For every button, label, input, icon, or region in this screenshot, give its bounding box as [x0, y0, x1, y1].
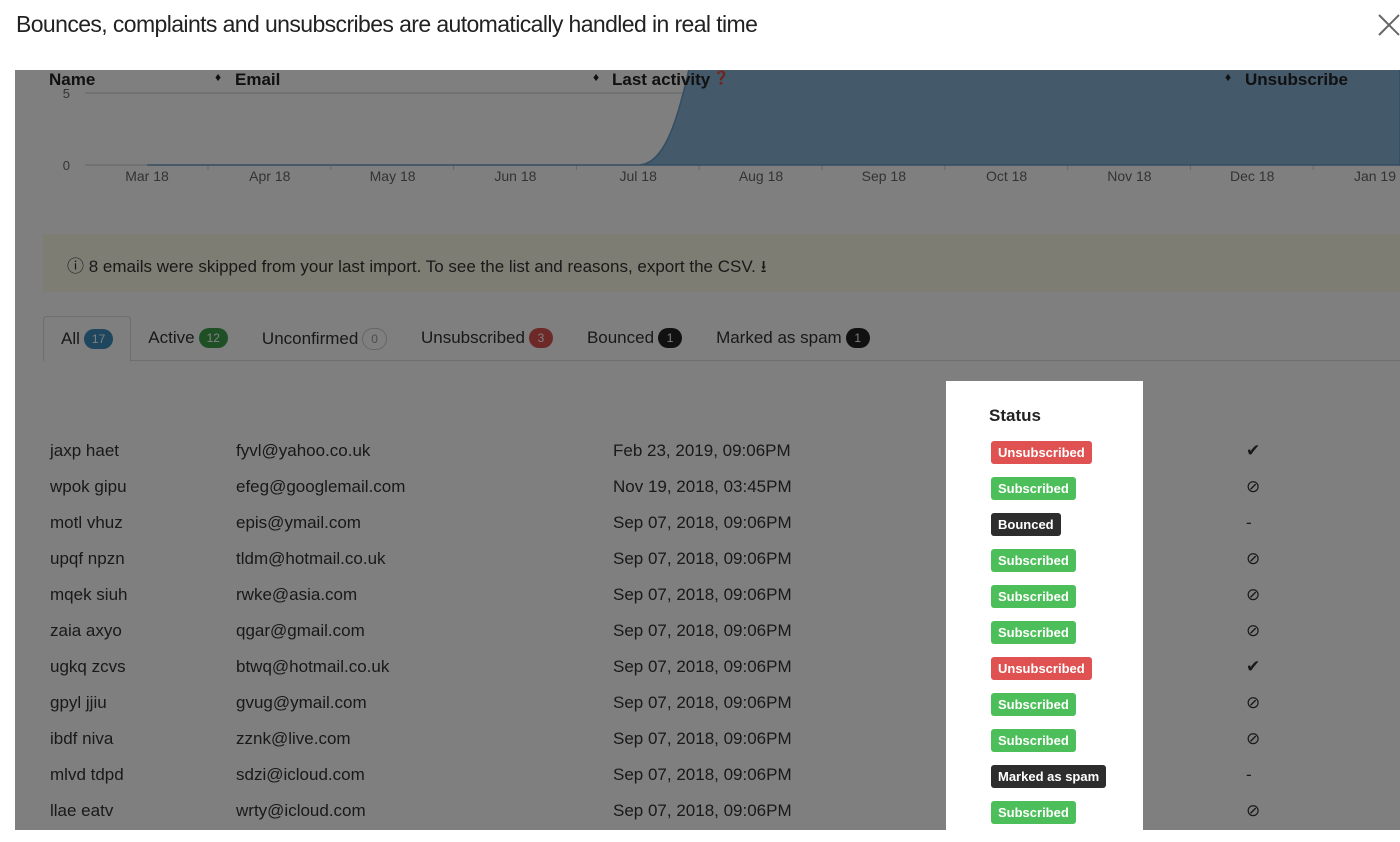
- status-badge: Subscribed: [991, 729, 1076, 752]
- status-badge: Subscribed: [991, 549, 1076, 572]
- status-badge: Subscribed: [991, 801, 1076, 824]
- close-icon[interactable]: [1376, 12, 1400, 38]
- status-badge: Subscribed: [991, 585, 1076, 608]
- status-badge: Unsubscribed: [991, 657, 1092, 680]
- header-status: Status: [989, 406, 1041, 425]
- status-badge: Subscribed: [991, 693, 1076, 716]
- status-badge: Subscribed: [991, 621, 1076, 644]
- status-column-spotlight: Status Unsubscribed Subscribed Bounced Subs…: [946, 381, 1143, 830]
- status-badge: Subscribed: [991, 477, 1076, 500]
- dialog-title: Bounces, complaints and unsubscribes are…: [16, 11, 758, 37]
- status-badge: Bounced: [991, 513, 1061, 536]
- status-badge: Unsubscribed: [991, 441, 1092, 464]
- status-badge: Marked as spam: [991, 765, 1107, 788]
- dim-overlay: [15, 70, 1400, 830]
